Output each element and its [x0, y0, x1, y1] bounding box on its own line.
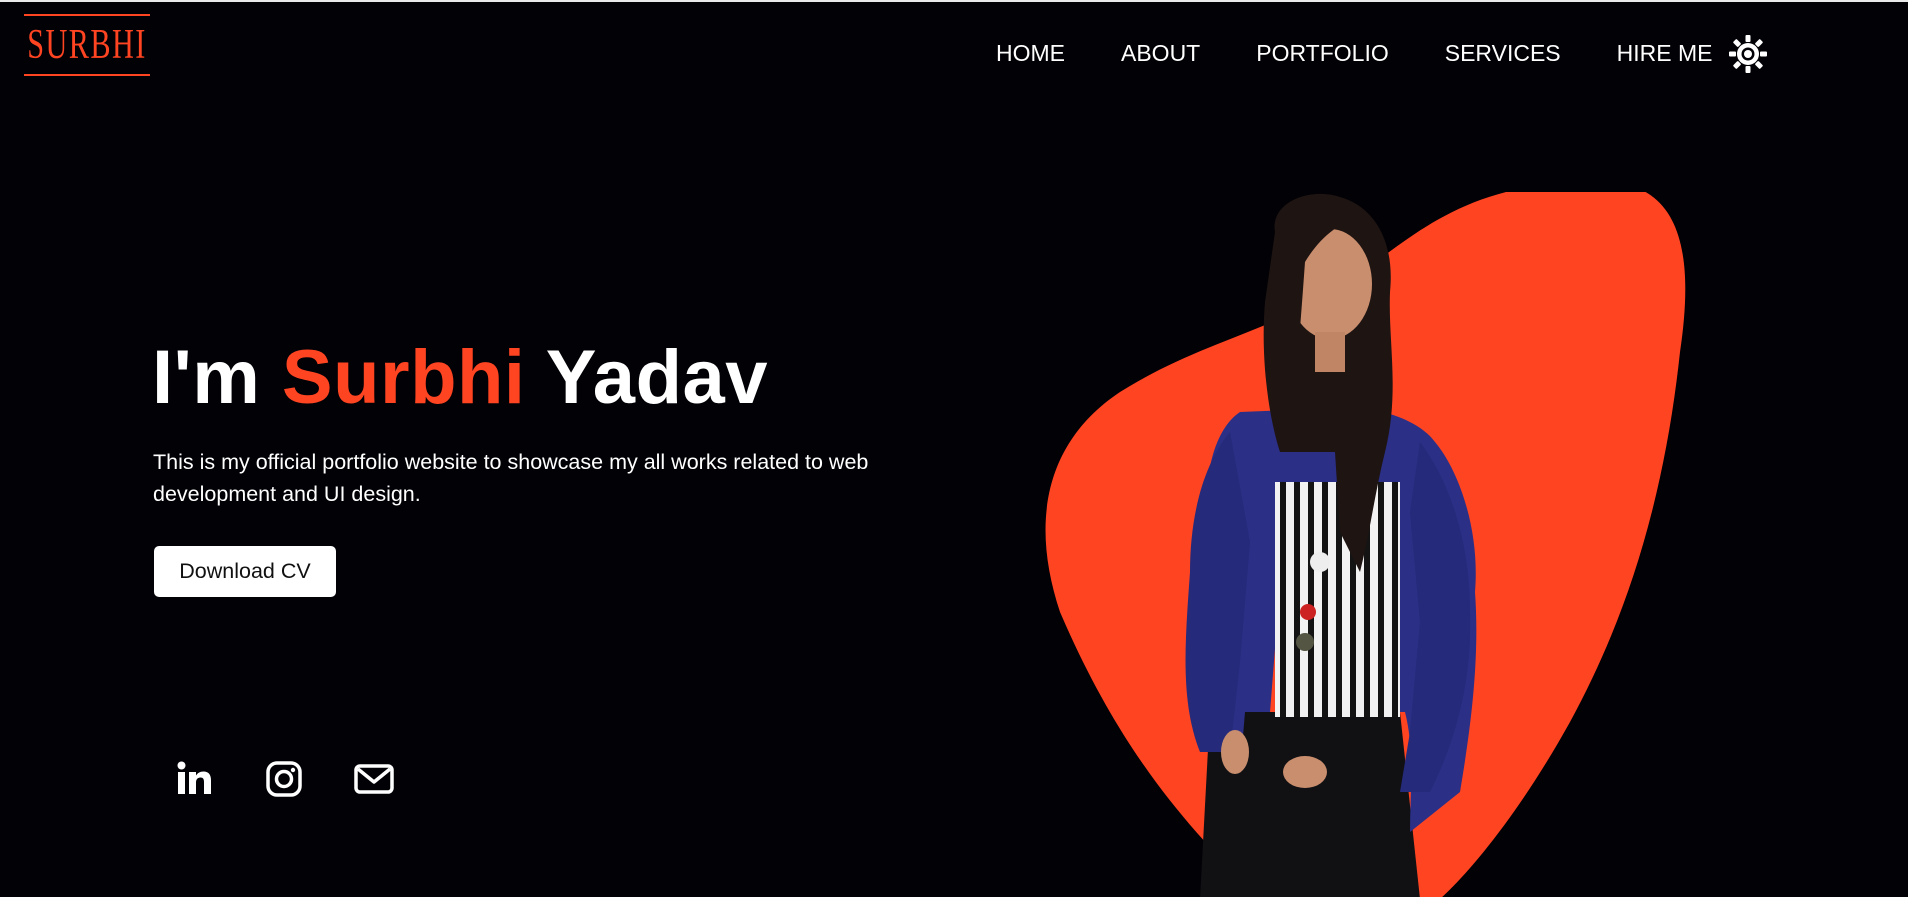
hero-title: I'm Surbhi Yadav — [152, 336, 768, 420]
nav-item-portfolio[interactable]: PORTFOLIO — [1256, 38, 1389, 68]
nav-item-services[interactable]: SERVICES — [1445, 38, 1561, 68]
striped-top — [1275, 482, 1400, 717]
linkedin-link[interactable] — [172, 757, 216, 801]
logo[interactable]: SURBHI — [24, 14, 150, 76]
linkedin-icon — [177, 761, 211, 794]
mail-icon — [354, 764, 394, 794]
instagram-icon — [266, 761, 302, 797]
instagram-link[interactable] — [262, 757, 306, 801]
hero-first-name: Surbhi — [281, 335, 526, 420]
hero-last-name: Yadav — [545, 335, 769, 420]
profile-photo — [1045, 192, 1686, 897]
main-nav: HOME ABOUT PORTFOLIO SERVICES HIRE ME — [996, 38, 1712, 68]
hero-title-prefix: I'm — [152, 335, 261, 420]
social-links — [172, 757, 442, 801]
hero-description: This is my official portfolio website to… — [153, 450, 869, 506]
nav-item-about[interactable]: ABOUT — [1121, 38, 1200, 68]
nav-item-home[interactable]: HOME — [996, 38, 1065, 68]
page: SURBHI HOME ABOUT PORTFOLIO SERVICES HIR… — [0, 0, 1908, 897]
sun-icon — [1729, 35, 1767, 73]
email-link[interactable] — [352, 757, 396, 801]
logo-text: SURBHI — [27, 22, 147, 68]
theme-toggle-button[interactable] — [1728, 34, 1768, 74]
download-cv-button[interactable]: Download CV — [154, 546, 336, 597]
nav-item-hire-me[interactable]: HIRE ME — [1617, 38, 1713, 68]
